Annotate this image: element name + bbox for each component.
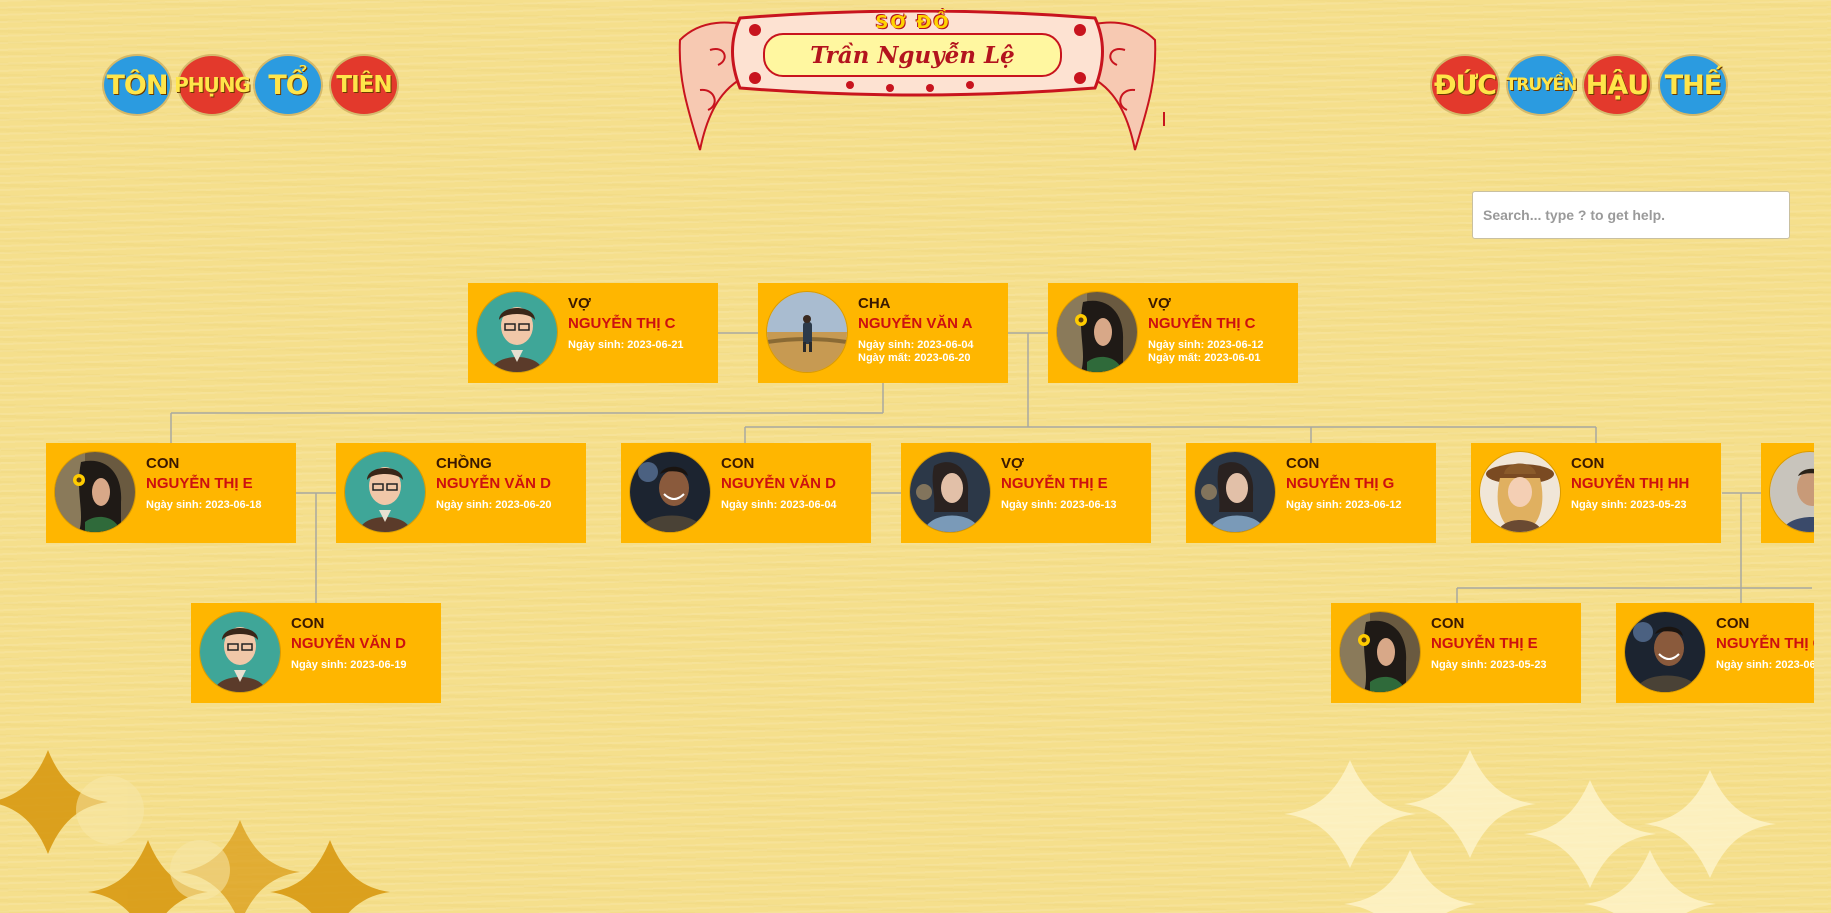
card-role: CON: [146, 455, 180, 472]
card-birth-date: Ngày sinh: 2023-06-13: [1001, 499, 1117, 511]
avatar-woman-sunflower: [1057, 292, 1137, 372]
card-birth-date: Ngày sinh: 2023-06-04: [721, 499, 837, 511]
card-birth-date: Ngày sinh: 2023-06-12: [1286, 499, 1402, 511]
card-death-date: Ngày mất: 2023-06-20: [858, 352, 971, 364]
card-role: VỢ: [568, 295, 591, 312]
family-tree-canvas[interactable]: TÔN PHỤNG TỔ TIÊN ĐỨC TRUYỀN HẬU THẾ SƠ …: [0, 0, 1831, 913]
avatar-man-glasses: [477, 292, 557, 372]
card-birth-date: Ngày sinh: 2023-06-18: [146, 499, 262, 511]
card-name: NGUYỄN VĂN D: [436, 475, 552, 492]
avatar-woman-sunflower: [1340, 612, 1420, 692]
person-card-con3[interactable]: CON NGUYỄN THỊ G Ngày sinh: 2023-06-12: [1186, 443, 1436, 543]
card-role: CON: [1571, 455, 1605, 472]
person-card-con5-partial[interactable]: [1761, 443, 1814, 543]
card-birth-date: Ngày sinh: 2023-06-: [1716, 659, 1814, 671]
avatar-field-walker: [767, 292, 847, 372]
avatar-man-partial: [1770, 452, 1814, 532]
card-name: NGUYỄN THỊ C: [568, 315, 676, 332]
card-role: CON: [1716, 615, 1750, 632]
card-name: NGUYỄN THỊ HH: [1571, 475, 1690, 492]
person-card-cha[interactable]: CHA NGUYỄN VĂN A Ngày sinh: 2023-06-04 N…: [758, 283, 1008, 383]
avatar-woman-hat: [1480, 452, 1560, 532]
card-name: NGUYỄN THỊ E: [1001, 475, 1108, 492]
card-name: NGUYỄN VĂN D: [721, 475, 837, 492]
person-card-chong[interactable]: CHỒNG NGUYỄN VĂN D Ngày sinh: 2023-06-20: [336, 443, 586, 543]
card-birth-date: Ngày sinh: 2023-06-12: [1148, 339, 1264, 351]
card-role: CON: [291, 615, 325, 632]
person-card-vo1[interactable]: VỢ NGUYỄN THỊ C Ngày sinh: 2023-06-21: [468, 283, 718, 383]
card-birth-date: Ngày sinh: 2023-06-20: [436, 499, 552, 511]
card-role: CON: [1431, 615, 1465, 632]
card-role: CHỒNG: [436, 455, 492, 472]
card-role: CON: [1286, 455, 1320, 472]
card-birth-date: Ngày sinh: 2023-06-04: [858, 339, 974, 351]
avatar-woman-denim: [910, 452, 990, 532]
avatar-woman-sunflower: [55, 452, 135, 532]
card-name: NGUYỄN THỊ G: [1286, 475, 1395, 492]
card-death-date: Ngày mất: 2023-06-01: [1148, 352, 1261, 364]
person-card-vo2[interactable]: VỢ NGUYỄN THỊ C Ngày sinh: 2023-06-12 Ng…: [1048, 283, 1298, 383]
person-card-con1[interactable]: CON NGUYỄN THỊ E Ngày sinh: 2023-06-18: [46, 443, 296, 543]
person-card-con2[interactable]: CON NGUYỄN VĂN D Ngày sinh: 2023-06-04: [621, 443, 871, 543]
person-card-chau2[interactable]: CON NGUYỄN THỊ E Ngày sinh: 2023-05-23: [1331, 603, 1581, 703]
person-card-chau1[interactable]: CON NGUYỄN VĂN D Ngày sinh: 2023-06-19: [191, 603, 441, 703]
avatar-smiling-man: [1625, 612, 1705, 692]
card-name: NGUYỄN THỊ C: [1148, 315, 1256, 332]
card-name: NGUYỄN VĂN A: [858, 315, 973, 332]
card-name: NGUYỄN THỊ E: [146, 475, 253, 492]
card-role: CHA: [858, 295, 891, 312]
card-name: NGUYỄN VĂN D: [291, 635, 407, 652]
card-birth-date: Ngày sinh: 2023-06-21: [568, 339, 684, 351]
card-birth-date: Ngày sinh: 2023-05-23: [1571, 499, 1687, 511]
card-birth-date: Ngày sinh: 2023-05-23: [1431, 659, 1547, 671]
person-card-con4[interactable]: CON NGUYỄN THỊ HH Ngày sinh: 2023-05-23: [1471, 443, 1721, 543]
avatar-woman-denim: [1195, 452, 1275, 532]
card-birth-date: Ngày sinh: 2023-06-19: [291, 659, 407, 671]
person-card-vo3[interactable]: VỢ NGUYỄN THỊ E Ngày sinh: 2023-06-13: [901, 443, 1151, 543]
card-role: CON: [721, 455, 755, 472]
avatar-man-glasses: [345, 452, 425, 532]
card-name: NGUYỄN THỊ C: [1716, 635, 1814, 652]
avatar-smiling-man: [630, 452, 710, 532]
card-role: VỢ: [1148, 295, 1171, 312]
avatar-man-glasses: [200, 612, 280, 692]
card-role: VỢ: [1001, 455, 1024, 472]
card-name: NGUYỄN THỊ E: [1431, 635, 1538, 652]
person-card-chau3-partial[interactable]: CON NGUYỄN THỊ C Ngày sinh: 2023-06-: [1616, 603, 1814, 703]
